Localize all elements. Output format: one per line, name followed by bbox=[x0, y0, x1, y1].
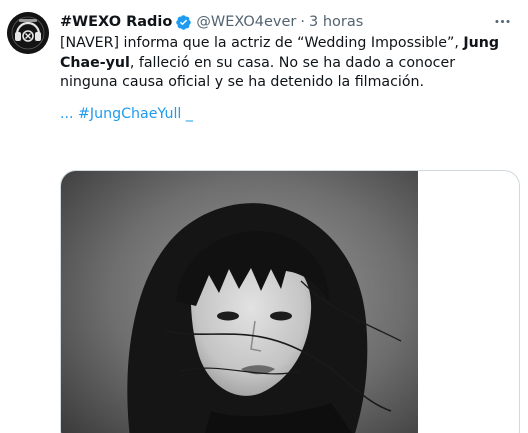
tweet-card[interactable]: #WEXO Radio @WEXO4ever · 3 horas [NAVER]… bbox=[0, 0, 528, 433]
display-name[interactable]: #WEXO Radio bbox=[60, 14, 172, 30]
tweet-text-part1: [NAVER] informa que la actriz de “Weddin… bbox=[60, 35, 464, 51]
portrait-photo[interactable] bbox=[61, 171, 418, 433]
avatar[interactable] bbox=[7, 12, 49, 54]
tweet-text: [NAVER] informa que la actriz de “Weddin… bbox=[60, 34, 512, 93]
verified-badge-icon bbox=[175, 14, 192, 31]
media-container[interactable] bbox=[60, 170, 520, 433]
hashtag-suffix: _ bbox=[181, 106, 193, 122]
more-horizontal-icon bbox=[494, 19, 510, 23]
hashtag-line: ... #JungChaeYull _ bbox=[60, 105, 193, 125]
wexo-radio-logo-icon bbox=[7, 12, 49, 54]
timestamp[interactable]: 3 horas bbox=[309, 14, 363, 30]
header-separator: · bbox=[300, 14, 305, 30]
handle[interactable]: @WEXO4ever bbox=[196, 14, 296, 30]
hashtag-prefix: ... bbox=[60, 106, 79, 122]
more-options-button[interactable] bbox=[490, 9, 514, 33]
tweet-header: #WEXO Radio @WEXO4ever · 3 horas bbox=[60, 11, 363, 33]
hashtag-link[interactable]: #JungChaeYull bbox=[78, 106, 181, 122]
